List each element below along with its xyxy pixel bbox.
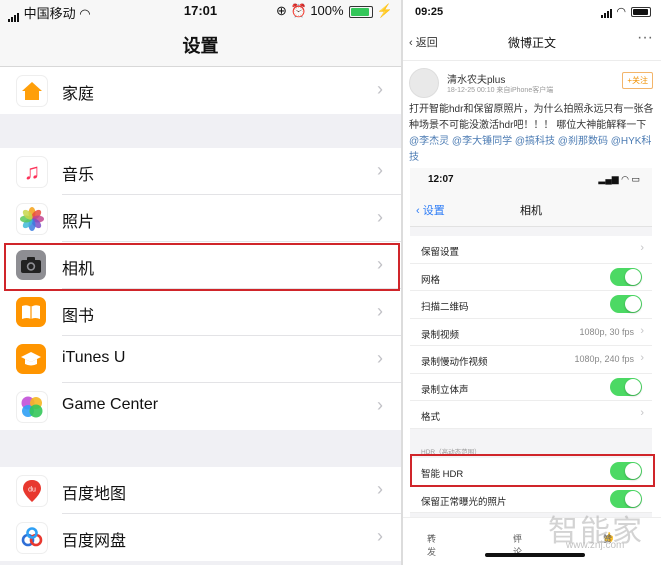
settings-item-itunes-u[interactable]: iTunes U › [0,336,401,383]
settings-item-label: iTunes U [62,349,126,366]
home-icon [16,75,48,107]
chevron-right-icon: › [377,207,383,227]
grid-toggle[interactable] [610,267,642,286]
avatar[interactable] [409,68,439,98]
inner-status-time: 12:07 [428,174,454,185]
post-body: 打开智能hdr和保留原照片，为什么拍照永远只有一张各种场景不可能没激活hdr吧！… [409,104,654,131]
settings-item-baidu-netdisk[interactable]: 百度网盘 › [0,514,401,561]
smart-hdr-highlight-box [410,454,655,487]
chevron-right-icon: › [377,479,383,499]
username[interactable]: 清水农夫plus [447,71,505,86]
status-icons: ◠ [601,5,651,19]
chevron-right-icon: › [377,395,383,415]
post-mentions[interactable]: @李杰灵 @李大锤同学 @搞科技 @刹那数码 @HYK科技 [409,136,651,163]
row-preserve-settings[interactable]: 保留设置 › [410,236,652,264]
chevron-right-icon: › [640,324,644,337]
post-meta: 18-12-25 00:10 来自iPhone客户端 [447,87,554,94]
status-bar: 中国移动 ◠ 17:01 ⊕ ⏰ 100% ⚡ [0,0,401,23]
follow-button[interactable]: +关注 [622,72,653,89]
settings-item-music[interactable]: ♫ 音乐 › [0,148,401,195]
camera-highlight-box [4,243,400,291]
settings-item-label: 百度地图 [62,486,127,503]
row-record-slomo[interactable]: 录制慢动作视频 1080p, 240 fps › [410,346,652,374]
chevron-right-icon: › [377,301,383,321]
keep-normal-photo-toggle[interactable] [610,489,642,508]
row-scan-qr[interactable]: 扫描二维码 [410,291,652,319]
inner-status-icons: ▂▄▆ ◠ ▭ [598,174,640,184]
settings-screen: 中国移动 ◠ 17:01 ⊕ ⏰ 100% ⚡ 设置 家庭 › ♫ 音乐 › 照… [0,0,401,565]
page-title: 设置 [182,36,219,56]
camera-settings-list: 保留设置 › 网格 扫描二维码 录制视频 1080p, 30 fps › 录制慢动作视… [410,236,652,429]
chevron-right-icon: › [640,352,644,364]
scan-qr-toggle[interactable] [610,295,642,313]
chevron-right-icon: › [377,160,383,180]
battery-percent: 100% [310,3,344,18]
battery-icon [631,7,651,18]
chevron-right-icon: › [640,242,644,254]
settings-item-label: 音乐 [62,167,95,184]
charging-icon: ⚡ [376,3,393,18]
baidu-map-icon: du [16,475,48,507]
row-stereo[interactable]: 录制立体声 [410,374,652,401]
itunes-u-icon [16,344,46,374]
nav-bar: ‹ 返回 微博正文 ··· [403,24,661,61]
settings-item-label: 家庭 [62,86,95,103]
settings-item-label: Game Center [62,396,159,413]
battery-icon [349,5,374,18]
row-formats[interactable]: 格式 › [410,401,652,429]
settings-group-home: 家庭 › [0,67,401,114]
baidu-netdisk-icon [16,522,48,554]
svg-text:du: du [28,487,36,494]
more-button[interactable]: ··· [637,29,653,47]
watermark-url: www.znj.com [566,540,625,551]
inner-title: 相机 [520,205,542,217]
stereo-toggle[interactable] [610,377,642,396]
status-bar: 09:25 ◠ [403,0,661,24]
settings-item-photos[interactable]: 照片 › [0,195,401,242]
inner-nav-bar: ‹ 设置 相机 [410,192,652,227]
settings-item-books[interactable]: 图书 › [0,289,401,336]
home-indicator [485,553,585,557]
settings-item-home[interactable]: 家庭 › [0,67,401,114]
post-text: 打开智能hdr和保留原照片，为什么拍照永远只有一张各种场景不可能没激活hdr吧！… [409,102,655,166]
game-center-icon [16,391,48,423]
wifi-icon: ◠ [616,6,626,18]
settings-item-game-center[interactable]: Game Center › [0,383,401,430]
page-title: 微博正文 [507,36,556,50]
photos-icon [16,203,48,235]
chevron-right-icon: › [377,526,383,546]
signal-icon [601,6,613,19]
books-icon [16,297,46,327]
inner-status-bar: 12:07 ▂▄▆ ◠ ▭ [410,168,652,192]
post-header: 清水农夫plus 18-12-25 00:10 来自iPhone客户端 +关注 [409,68,657,98]
chevron-right-icon: › [640,407,644,419]
row-record-video[interactable]: 录制视频 1080p, 30 fps › [410,319,652,346]
settings-item-label: 百度网盘 [62,533,127,550]
settings-item-label: 图书 [62,308,95,325]
settings-group-apps: du 百度地图 › 百度网盘 › [0,467,401,561]
status-right: ⊕ ⏰ 100% ⚡ [276,3,393,19]
chevron-right-icon: › [377,348,383,368]
settings-item-label: 照片 [62,214,95,231]
row-grid[interactable]: 网格 [410,264,652,291]
chevron-right-icon: › [377,79,383,99]
nav-bar: 设置 [0,22,401,67]
alarm-icon: ⏰ [290,3,307,18]
music-icon: ♫ [16,156,48,188]
settings-item-baidu-map[interactable]: du 百度地图 › [0,467,401,514]
rotation-lock-icon: ⊕ [275,3,287,18]
status-time: 09:25 [415,6,444,18]
